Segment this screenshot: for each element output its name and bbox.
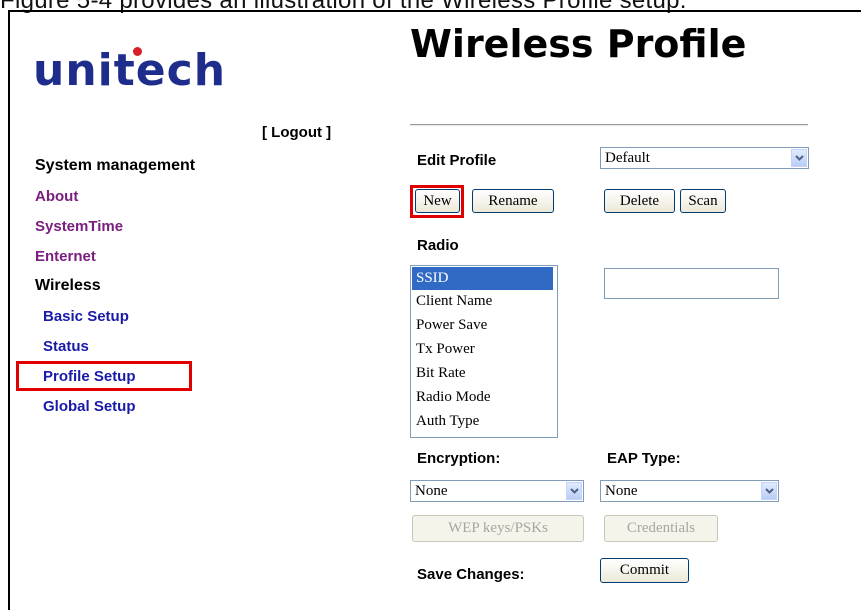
eap-type-select[interactable]: None bbox=[600, 480, 779, 502]
eap-type-label: EAP Type: bbox=[607, 450, 681, 467]
scan-button[interactable]: Scan bbox=[680, 189, 726, 213]
profile-select-value: Default bbox=[605, 150, 650, 166]
page-title: Wireless Profile bbox=[410, 22, 747, 66]
new-button-highlight-box bbox=[410, 185, 464, 218]
unitech-logo: unitech bbox=[33, 45, 227, 96]
radio-listbox[interactable]: SSID Client Name Power Save Tx Power Bit… bbox=[410, 265, 558, 438]
commit-button[interactable]: Commit bbox=[600, 558, 689, 583]
sidebar-item-wireless[interactable]: Wireless bbox=[35, 277, 101, 295]
radio-option-power-save[interactable]: Power Save bbox=[412, 314, 553, 337]
radio-value-input[interactable] bbox=[604, 268, 779, 299]
radio-option-client-name[interactable]: Client Name bbox=[412, 290, 553, 313]
sidebar-item-global-setup[interactable]: Global Setup bbox=[43, 398, 136, 415]
eap-type-select-value: None bbox=[605, 483, 638, 499]
chevron-down-icon[interactable] bbox=[791, 149, 807, 167]
radio-option-radio-mode[interactable]: Radio Mode bbox=[412, 386, 553, 409]
chevron-down-icon[interactable] bbox=[761, 482, 777, 500]
edit-profile-label: Edit Profile bbox=[417, 152, 497, 169]
chevron-down-icon[interactable] bbox=[566, 482, 582, 500]
title-divider bbox=[410, 124, 808, 126]
radio-option-auth-type[interactable]: Auth Type bbox=[412, 410, 553, 433]
logout-link[interactable]: Logout bbox=[271, 124, 322, 141]
sidebar-item-enternet[interactable]: Enternet bbox=[35, 248, 96, 265]
sidebar-section-title: System management bbox=[35, 157, 196, 174]
wep-keys-button[interactable]: WEP keys/PSKs bbox=[412, 515, 584, 542]
logo-red-dot bbox=[133, 47, 142, 56]
logout-bracket-right: ] bbox=[326, 124, 332, 141]
encryption-select-value: None bbox=[415, 483, 448, 499]
radio-option-tx-power[interactable]: Tx Power bbox=[412, 338, 553, 361]
encryption-label: Encryption: bbox=[417, 450, 501, 467]
sidebar-item-about[interactable]: About bbox=[35, 188, 78, 205]
credentials-button[interactable]: Credentials bbox=[604, 515, 718, 542]
sidebar-item-status[interactable]: Status bbox=[43, 338, 89, 355]
sidebar-item-basic-setup[interactable]: Basic Setup bbox=[43, 308, 129, 325]
sidebar-item-systemtime[interactable]: SystemTime bbox=[35, 218, 123, 235]
rename-button[interactable]: Rename bbox=[472, 189, 554, 213]
delete-button[interactable]: Delete bbox=[604, 189, 675, 213]
logout-bracket-left: [ bbox=[262, 124, 267, 141]
logout-link-wrapper: [ Logout ] bbox=[262, 124, 331, 141]
radio-option-ssid[interactable]: SSID bbox=[412, 267, 553, 290]
encryption-select[interactable]: None bbox=[410, 480, 584, 502]
profile-select[interactable]: Default bbox=[600, 147, 809, 169]
radio-option-bit-rate[interactable]: Bit Rate bbox=[412, 362, 553, 385]
save-changes-label: Save Changes: bbox=[417, 566, 525, 583]
radio-label: Radio bbox=[417, 237, 459, 254]
profile-setup-highlight-box bbox=[16, 361, 192, 391]
